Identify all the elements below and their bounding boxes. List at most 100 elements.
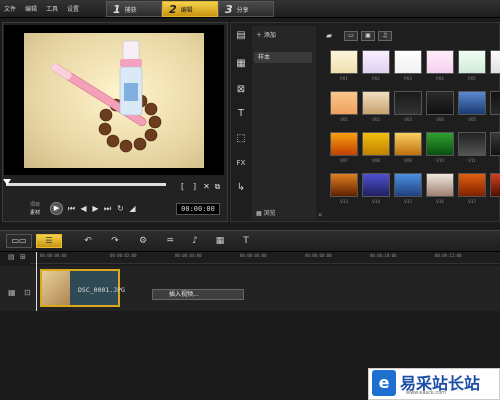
thumbnail-label: P04 (436, 76, 444, 81)
menu-settings[interactable]: 设置 (67, 4, 79, 13)
transition-icon[interactable]: ⊠ (234, 84, 248, 96)
filter-icon[interactable]: FX (234, 157, 248, 169)
thumbnail-label: V18 (490, 199, 500, 204)
thumbnail-label: V05 (468, 117, 476, 122)
media-thumbnail[interactable] (394, 173, 422, 197)
ruler-label: 00:00:02:00 (110, 253, 137, 258)
thumbnail-label: P03 (404, 76, 412, 81)
media-icon[interactable]: ▤ (234, 30, 248, 42)
ruler-label: 00:00:12:00 (435, 253, 462, 258)
thumbnail-label: V17 (468, 199, 476, 204)
instant-project-icon[interactable]: ▦ (234, 58, 248, 70)
mode-clip-label[interactable]: 素材 (30, 209, 40, 216)
media-thumbnail[interactable] (426, 91, 454, 115)
graphic-icon[interactable]: ⬚ (234, 133, 248, 145)
title-icon[interactable]: T (234, 108, 248, 120)
context-menu-insert-video[interactable]: 插入视频... (152, 289, 244, 300)
scrubber-handle[interactable] (3, 179, 11, 185)
media-thumbnail[interactable] (394, 91, 422, 115)
ripple-icon[interactable]: ⊞ (20, 253, 26, 261)
step-number: 2 (169, 2, 177, 16)
home-icon[interactable]: ⏮ (67, 204, 76, 213)
track-manager-icon[interactable]: ▦ (214, 235, 226, 247)
watermark-logo: e (372, 370, 396, 396)
media-thumbnail[interactable] (362, 173, 390, 197)
media-thumbnail[interactable] (362, 50, 390, 74)
enlarge-icon[interactable]: ⧉ (213, 182, 222, 191)
collapse-icon[interactable]: « (318, 211, 322, 219)
undo-icon[interactable]: ↶ (82, 235, 94, 247)
media-thumbnail[interactable] (426, 173, 454, 197)
media-thumbnail[interactable] (458, 173, 486, 197)
link-icon[interactable]: ⊡ (24, 288, 31, 297)
menu-edit[interactable]: 编辑 (25, 4, 37, 13)
media-thumbnail[interactable] (490, 91, 500, 115)
media-thumbnail[interactable] (490, 50, 500, 74)
folder-icon[interactable]: ▰ (326, 31, 332, 40)
thumbnail-label: V16 (436, 199, 444, 204)
thumbnail-label: V03 (404, 117, 412, 122)
timeline-view-button[interactable]: ☰ (36, 234, 62, 248)
smart-proxy-icon[interactable]: ⚙ (137, 235, 149, 247)
tab-edit[interactable]: 2 编辑 (162, 1, 218, 17)
redo-icon[interactable]: ↷ (109, 235, 121, 247)
show-video-button[interactable]: ▭ (344, 31, 358, 41)
audio-icon[interactable]: ♪ (189, 235, 201, 247)
media-thumbnail[interactable] (490, 173, 500, 197)
playhead[interactable] (36, 252, 37, 312)
menu-file[interactable]: 文件 (4, 4, 16, 13)
mix-icon[interactable]: ♒ (164, 235, 176, 247)
media-thumbnail[interactable] (330, 173, 358, 197)
media-thumbnail[interactable] (362, 91, 390, 115)
title-track-icon[interactable]: T (240, 235, 252, 247)
track-toggle-icon[interactable]: ▤ (8, 253, 15, 261)
volume-icon[interactable]: ◢ (128, 204, 137, 213)
prev-frame-icon[interactable]: ◀ (79, 204, 88, 213)
media-thumbnail[interactable] (330, 91, 358, 115)
scrubber-bar[interactable] (6, 183, 166, 186)
mark-out-icon[interactable]: ] (190, 182, 199, 191)
thumbnail-label: P06 (490, 76, 500, 81)
play-button[interactable]: ▶ (50, 202, 63, 215)
tab-share[interactable]: 3 分享 (218, 1, 274, 17)
folder-item-sample[interactable]: 样本 (254, 52, 312, 63)
media-thumbnail[interactable] (458, 91, 486, 115)
mark-in-icon[interactable]: [ (178, 182, 187, 191)
ruler-label: 00:00:08:00 (305, 253, 332, 258)
media-thumbnail[interactable] (330, 132, 358, 156)
media-thumbnail[interactable] (426, 50, 454, 74)
media-thumbnail[interactable] (458, 132, 486, 156)
show-photo-button[interactable]: ▣ (361, 31, 375, 41)
repeat-icon[interactable]: ↻ (116, 204, 125, 213)
thumbnail-label: V08 (372, 158, 380, 163)
timecode-display[interactable]: 00:00:00 (176, 203, 220, 215)
tab-capture[interactable]: 1 捕获 (106, 1, 162, 17)
media-thumbnail[interactable] (458, 50, 486, 74)
add-folder-button[interactable]: ＋ 添加 (256, 30, 276, 39)
menu-tools[interactable]: 工具 (46, 4, 58, 13)
browse-icon: ▦ (256, 210, 264, 217)
media-thumbnail[interactable] (394, 50, 422, 74)
ruler-label: 00:00:04:00 (175, 253, 202, 258)
thumbnail-label: V15 (404, 199, 412, 204)
mode-project-label[interactable]: 项目 (30, 201, 40, 208)
cut-icon[interactable]: ✕ (202, 182, 211, 191)
end-icon[interactable]: ⏭ (103, 204, 112, 213)
step-label: 编辑 (180, 6, 193, 14)
thumbnail-label: P02 (372, 76, 380, 81)
show-audio-button[interactable]: ♫ (378, 31, 392, 41)
media-thumbnail[interactable] (490, 132, 500, 156)
next-frame-icon[interactable]: ▶ (91, 204, 100, 213)
thumbnail-label: V09 (404, 158, 412, 163)
clip-thumbnail (42, 271, 70, 305)
media-thumbnail[interactable] (394, 132, 422, 156)
browse-button[interactable]: ▦ 浏览 (256, 208, 276, 217)
media-thumbnail[interactable] (426, 132, 454, 156)
media-thumbnail[interactable] (330, 50, 358, 74)
video-track-icon[interactable]: ▦ (8, 288, 16, 297)
media-thumbnail[interactable] (362, 132, 390, 156)
thumbnail-label: V10 (436, 158, 444, 163)
path-icon[interactable]: ↳ (234, 182, 248, 194)
thumbnail-label: V13 (340, 199, 348, 204)
storyboard-view-button[interactable]: ▭▭ (6, 234, 32, 248)
